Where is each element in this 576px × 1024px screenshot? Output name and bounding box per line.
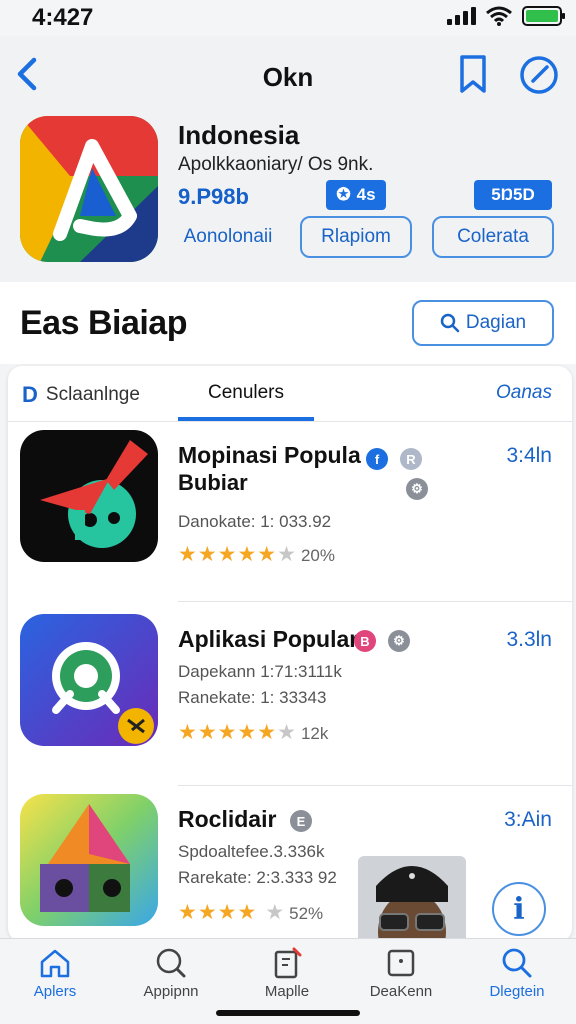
app-logo-icon[interactable] [20,116,158,262]
tab-sclaanlnge[interactable]: D Sclaanlnge [22,382,140,408]
list-item[interactable]: Mopinasi Popula Bubiar f R ⚙ Danokate: 1… [8,422,572,602]
app-name-line2: Bubiar [178,470,248,495]
app-name: Mopinasi Popula [178,442,361,468]
search-chat-icon [156,948,186,978]
signal-icon [447,7,476,25]
status-icons [447,6,565,26]
search-icon [440,313,460,333]
app-header: Indonesia Apolkkaoniary/ Os 9nk. 9.P98b … [0,110,576,282]
status-time: 4:427 [32,4,94,31]
app-size[interactable]: 3.3ln [506,628,552,652]
section-title: Eas Biaiap [20,304,187,342]
navigation-bar: Okn [0,36,576,110]
bookmark-icon[interactable] [456,54,490,94]
inbox-icon [387,949,415,977]
developer-link[interactable]: Aonolonaii [176,216,280,258]
app-ranking: Rarekate: 2:3.333 92 [178,868,337,887]
tool-badge-icon: ⚙ [406,478,428,500]
app-subtitle: Apolkkaoniary/ Os 9nk. [178,154,374,175]
tab-cenulers[interactable]: Cenulers [178,382,314,404]
award-icon: ✪ [336,185,351,204]
tab-maplle[interactable]: Maplle [232,947,342,1000]
verified-badge-icon: f [366,448,388,470]
tab-dlegtein[interactable]: Dlegtein [462,947,572,1000]
compass-icon[interactable] [518,54,560,96]
age-chip: ✪ 4s [326,180,386,210]
app-icon [20,614,158,746]
category-badge-icon: B [354,630,376,652]
app-downloads: Spdoaltefee.3.336k [178,842,325,861]
rating-count: 12k [300,724,329,743]
app-size[interactable]: 3:4ln [506,444,552,468]
app-title: Indonesia [178,120,300,150]
tab-deakenn[interactable]: DeaKenn [346,947,456,1000]
stars-filled-icon: ★★★★★ [178,543,278,566]
app-ranking: Ranekate: 1: 33343 [178,688,327,707]
app-downloads: Danokate: 1: 033.92 [178,512,332,531]
wifi-icon [486,6,512,26]
stars-filled-icon: ★★★★ [178,901,258,924]
app-name: Aplikasi Popular [178,626,359,652]
category-button[interactable]: Colerata [432,216,554,258]
star-rating: ★★★★ ★ 52% [178,900,323,925]
star-rating: ★★★★★★ 20% [178,542,335,567]
info-icon: i [513,891,525,927]
tab-apps[interactable]: Aplers [0,947,110,1000]
app-icon [20,794,158,926]
app-size[interactable]: 3:Ain [504,808,552,832]
home-indicator[interactable] [216,1010,360,1016]
app-rating: 9.P98b [178,184,249,209]
rank-chip: 5Ŋ5D [474,180,552,210]
info-button[interactable]: i [492,882,546,936]
star-empty-icon: ★ [277,543,297,566]
rating-count: 20% [300,546,335,565]
search-button[interactable]: Dagian [412,300,554,346]
tool-badge-icon: ⚙ [388,630,410,652]
editor-badge-icon: R [400,448,422,470]
status-bar: 4:427 [0,0,576,36]
app-name: Roclidair [178,806,277,832]
active-tab-indicator [178,417,314,421]
section-header: Eas Biaiap Dagian [0,282,576,364]
star-empty-icon: ★ [277,721,297,744]
report-button[interactable]: Rlapiom [300,216,412,258]
app-list: D Sclaanlnge Cenulers Oanas Mopinasi Pop… [8,366,572,942]
app-downloads: Dapekann 1:71:3111k [178,662,342,681]
battery-icon [522,6,565,26]
star-empty-icon: ★ [265,901,286,924]
stars-filled-icon: ★★★★★ [178,721,278,744]
star-rating: ★★★★★★ 12k [178,720,328,745]
home-icon [40,949,70,978]
app-icon [20,430,158,562]
segmented-tabs: D Sclaanlnge Cenulers Oanas [8,366,572,422]
row-divider [178,601,572,602]
list-item[interactable]: Roclidair E Spdoaltefee.3.336k Rarekate:… [8,786,572,942]
editor-badge-icon: E [290,810,312,832]
tab-logo-icon: D [22,382,38,407]
rating-count: 52% [289,904,324,923]
tab-oanas[interactable]: Oanas [496,382,552,404]
search-icon [502,948,532,978]
person-thumbnail [358,856,466,942]
tab-apppinn[interactable]: Appipnn [116,947,226,1000]
clipboard-icon [274,947,302,979]
list-item[interactable]: Aplikasi Popular B ⚙ Dapekann 1:71:3111k… [8,606,572,786]
